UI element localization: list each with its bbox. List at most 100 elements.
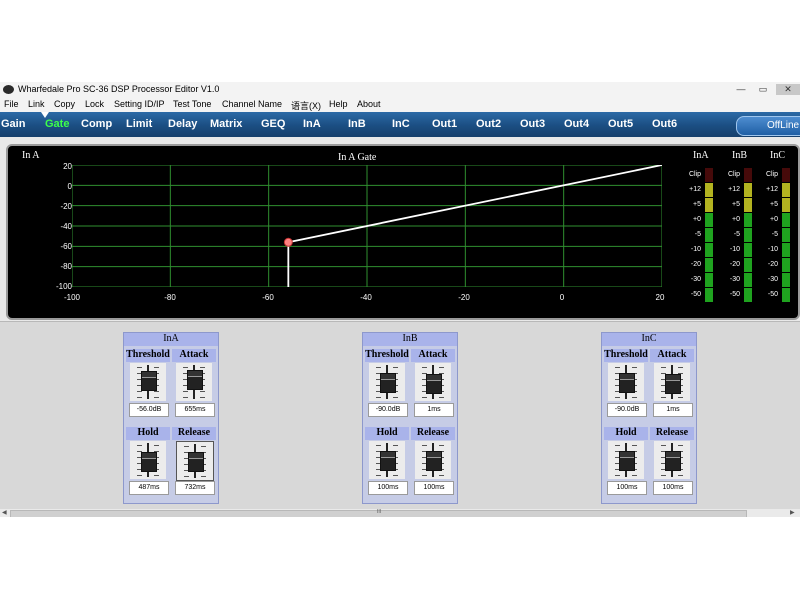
meter-segment <box>705 213 713 227</box>
tab-out4[interactable]: Out4 <box>564 118 589 130</box>
tab-out1[interactable]: Out1 <box>432 118 457 130</box>
fader-knob[interactable] <box>619 373 635 393</box>
fader-tick <box>376 367 381 368</box>
attack-value[interactable]: 655ms <box>175 403 215 417</box>
menu-setting-id-ip[interactable]: Setting ID/IP <box>114 99 165 109</box>
menu-help[interactable]: Help <box>329 99 348 109</box>
gate-plot[interactable] <box>72 165 662 287</box>
menu-copy[interactable]: Copy <box>54 99 75 109</box>
fader-knob[interactable] <box>380 373 396 393</box>
meter-scale-label: Clip <box>688 171 701 178</box>
menu-about[interactable]: About <box>357 99 381 109</box>
tab-inb[interactable]: InB <box>348 118 366 130</box>
channel-panel-ina: InA Threshold -56.0dB Attack 655ms Hold 487ms R… <box>123 332 219 504</box>
attack-value[interactable]: 1ms <box>414 403 454 417</box>
release-control: Release 732ms <box>172 427 216 497</box>
meter-scale-label: -50 <box>729 291 740 298</box>
fader-tick <box>422 367 427 368</box>
hold-value[interactable]: 487ms <box>129 481 169 495</box>
hold-fader[interactable] <box>130 441 166 479</box>
fader-knob[interactable] <box>141 452 157 472</box>
tab-matrix[interactable]: Matrix <box>210 118 242 130</box>
release-value[interactable]: 732ms <box>175 481 215 495</box>
minimize-button[interactable]: — <box>732 84 750 95</box>
attack-fader[interactable] <box>415 363 451 401</box>
attack-fader[interactable] <box>654 363 690 401</box>
tab-delay[interactable]: Delay <box>168 118 197 130</box>
tab-comp[interactable]: Comp <box>81 118 112 130</box>
menu-lock[interactable]: Lock <box>85 99 104 109</box>
fader-knob[interactable] <box>619 451 635 471</box>
hold-value[interactable]: 100ms <box>607 481 647 495</box>
release-fader[interactable] <box>176 441 214 481</box>
gate-graph-panel: In A In A Gate 20 0 -20 -40 -60 -80 -100… <box>6 144 800 320</box>
fader-tick <box>376 397 381 398</box>
meter-scale-label: -5 <box>694 231 701 238</box>
scroll-right-arrow-icon[interactable]: ▶ <box>790 509 795 516</box>
tab-out2[interactable]: Out2 <box>476 118 501 130</box>
tab-gate[interactable]: Gate <box>45 118 69 130</box>
menu-file[interactable]: File <box>4 99 19 109</box>
menu-test-tone[interactable]: Test Tone <box>173 99 211 109</box>
fader-knob[interactable] <box>426 451 442 471</box>
maximize-button[interactable]: ▭ <box>754 84 772 95</box>
meter-segment <box>782 198 790 212</box>
meter-segment <box>705 243 713 257</box>
tab-geq[interactable]: GEQ <box>261 118 285 130</box>
release-fader[interactable] <box>415 441 451 479</box>
fader-knob[interactable] <box>380 451 396 471</box>
close-button[interactable]: ✕ <box>776 84 800 95</box>
menu-language[interactable]: 语言(X) <box>291 99 321 112</box>
fader-knob[interactable] <box>188 452 204 472</box>
attack-value[interactable]: 1ms <box>653 403 693 417</box>
tab-limit[interactable]: Limit <box>126 118 152 130</box>
meter-segment <box>744 243 752 257</box>
fader-knob[interactable] <box>187 370 203 390</box>
offline-button[interactable]: OffLine <box>736 116 800 136</box>
attack-fader[interactable] <box>176 363 212 401</box>
fader-tick <box>661 445 666 446</box>
fader-knob[interactable] <box>665 451 681 471</box>
hold-value[interactable]: 100ms <box>368 481 408 495</box>
channel-panel-inc: InC Threshold -90.0dB Attack 1ms Hold 100ms Rel… <box>601 332 697 504</box>
fader-knob[interactable] <box>426 374 442 394</box>
threshold-control: Threshold -90.0dB <box>604 349 648 419</box>
offline-button-label: OffLine <box>767 120 800 131</box>
hold-fader[interactable] <box>369 441 405 479</box>
threshold-control: Threshold -56.0dB <box>126 349 170 419</box>
release-fader[interactable] <box>654 441 690 479</box>
tab-gain[interactable]: Gain <box>1 118 25 130</box>
fader-tick <box>137 391 142 392</box>
tab-out6[interactable]: Out6 <box>652 118 677 130</box>
threshold-fader[interactable] <box>130 363 166 401</box>
threshold-fader[interactable] <box>608 363 644 401</box>
release-value[interactable]: 100ms <box>653 481 693 495</box>
fader-tick <box>615 475 620 476</box>
meter-scale-label: +5 <box>770 201 778 208</box>
tab-inc[interactable]: InC <box>392 118 410 130</box>
scroll-left-arrow-icon[interactable]: ◀ <box>2 509 7 516</box>
fader-knob[interactable] <box>141 371 157 391</box>
meter-scale-label: -20 <box>767 261 778 268</box>
tab-out5[interactable]: Out5 <box>608 118 633 130</box>
threshold-handle[interactable] <box>283 237 293 247</box>
fader-knob[interactable] <box>665 374 681 394</box>
threshold-value[interactable]: -90.0dB <box>368 403 408 417</box>
fader-tick <box>184 476 189 477</box>
fader-tick <box>137 445 142 446</box>
release-value[interactable]: 100ms <box>414 481 454 495</box>
y-tick-label: -40 <box>60 222 72 231</box>
meter-scale-label: -5 <box>771 231 778 238</box>
hold-fader[interactable] <box>608 441 644 479</box>
menu-link[interactable]: Link <box>28 99 45 109</box>
threshold-value[interactable]: -90.0dB <box>607 403 647 417</box>
menu-channel-name[interactable]: Channel Name <box>222 99 282 109</box>
horizontal-scrollbar[interactable]: ◀ III ▶ <box>0 509 800 517</box>
tab-ina[interactable]: InA <box>303 118 321 130</box>
tab-out3[interactable]: Out3 <box>520 118 545 130</box>
threshold-value[interactable]: -56.0dB <box>129 403 169 417</box>
meter-scale-label: -5 <box>733 231 740 238</box>
y-tick-label: -80 <box>60 262 72 271</box>
x-tick-label: -20 <box>458 293 470 302</box>
threshold-fader[interactable] <box>369 363 405 401</box>
